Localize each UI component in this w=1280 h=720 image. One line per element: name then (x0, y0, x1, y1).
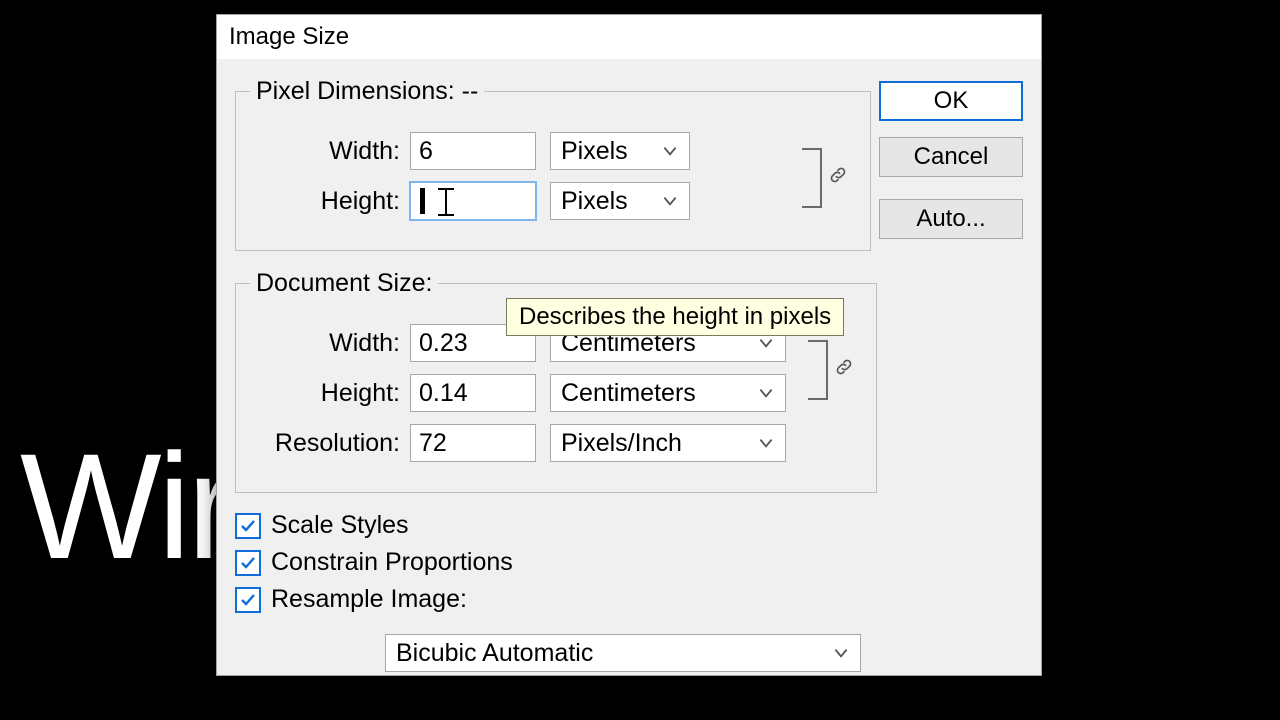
image-size-dialog: Image Size OK Cancel Auto... Pixel Dimen… (216, 14, 1042, 676)
resolution-label: Resolution: (250, 429, 400, 458)
resample-label: Resample Image: (271, 585, 467, 614)
background-watermark-text: Wir (20, 420, 233, 593)
resolution-input[interactable] (410, 424, 536, 462)
chevron-down-icon (832, 644, 850, 662)
titlebar: Image Size (217, 15, 1041, 59)
text-selection-caret (420, 188, 425, 214)
chevron-down-icon (661, 142, 679, 160)
constrain-proportions-checkbox[interactable]: Constrain Proportions (235, 548, 865, 577)
pixel-dimensions-group: Pixel Dimensions: -- Width: Pixels Heigh… (235, 77, 871, 251)
cancel-button[interactable]: Cancel (879, 137, 1023, 177)
resolution-unit-select[interactable]: Pixels/Inch (550, 424, 786, 462)
resample-method-value: Bicubic Automatic (396, 639, 593, 668)
pixel-height-unit-select[interactable]: Pixels (550, 182, 690, 220)
pixel-height-label: Height: (250, 187, 400, 216)
close-button[interactable] (997, 15, 1041, 59)
doc-width-label: Width: (250, 329, 400, 358)
chevron-down-icon (757, 434, 775, 452)
pixel-width-unit-value: Pixels (561, 137, 628, 166)
pixel-dimensions-legend: Pixel Dimensions: -- (250, 77, 484, 106)
pixel-width-unit-select[interactable]: Pixels (550, 132, 690, 170)
height-tooltip: Describes the height in pixels (506, 298, 844, 336)
doc-height-label: Height: (250, 379, 400, 408)
pixel-height-input[interactable] (410, 182, 536, 220)
pixel-width-label: Width: (250, 137, 400, 166)
link-bracket-icon (802, 148, 822, 208)
checkbox-group: Scale Styles Constrain Proportions Resam… (235, 511, 865, 614)
document-size-legend: Document Size: (250, 269, 438, 298)
resample-method-select[interactable]: Bicubic Automatic (385, 634, 861, 672)
scale-styles-checkbox[interactable]: Scale Styles (235, 511, 865, 540)
auto-button[interactable]: Auto... (879, 199, 1023, 239)
doc-height-unit-value: Centimeters (561, 379, 696, 408)
dialog-title: Image Size (217, 23, 361, 51)
checkbox-icon (235, 587, 261, 613)
resolution-unit-value: Pixels/Inch (561, 429, 682, 458)
chain-link-icon[interactable] (828, 165, 848, 191)
pixel-height-unit-value: Pixels (561, 187, 628, 216)
chevron-down-icon (661, 192, 679, 210)
resample-image-checkbox[interactable]: Resample Image: (235, 585, 865, 614)
chevron-down-icon (757, 384, 775, 402)
chain-link-icon[interactable] (834, 357, 854, 383)
dialog-body: OK Cancel Auto... Pixel Dimensions: -- W… (217, 59, 1041, 675)
ok-button[interactable]: OK (879, 81, 1023, 121)
scale-styles-label: Scale Styles (271, 511, 409, 540)
side-buttons: OK Cancel Auto... (879, 81, 1023, 255)
checkbox-icon (235, 550, 261, 576)
checkbox-icon (235, 513, 261, 539)
doc-height-unit-select[interactable]: Centimeters (550, 374, 786, 412)
chevron-down-icon (757, 334, 775, 352)
pixel-width-input[interactable] (410, 132, 536, 170)
doc-height-input[interactable] (410, 374, 536, 412)
constrain-label: Constrain Proportions (271, 548, 513, 577)
link-bracket-icon (808, 340, 828, 400)
